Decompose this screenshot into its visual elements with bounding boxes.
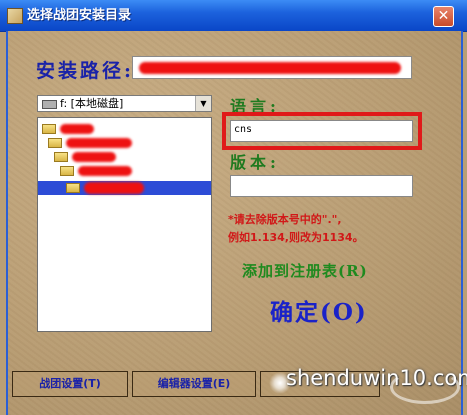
install-path-input[interactable] bbox=[132, 56, 412, 79]
drive-icon bbox=[42, 100, 57, 109]
folder-item[interactable] bbox=[42, 122, 142, 136]
hint-line-2: 例如1.134,则改为1134。 bbox=[228, 231, 364, 244]
redaction-mark bbox=[84, 182, 144, 194]
app-icon bbox=[7, 8, 23, 24]
folder-icon bbox=[60, 166, 74, 176]
install-path-label: 安装路径: bbox=[36, 60, 135, 82]
redaction-mark bbox=[78, 166, 132, 176]
version-label: 版本: bbox=[230, 153, 280, 172]
redaction-mark bbox=[72, 152, 116, 162]
redaction-mark bbox=[66, 138, 132, 148]
team-settings-button[interactable]: 战团设置(T) bbox=[12, 371, 128, 397]
folder-icon bbox=[42, 124, 56, 134]
editor-settings-button[interactable]: 编辑器设置(E) bbox=[132, 371, 256, 397]
title-bar[interactable]: 选择战团安装目录 ✕ bbox=[0, 0, 467, 32]
version-hint: *请去除版本号中的".", 例如1.134,则改为1134。 bbox=[228, 211, 448, 247]
folder-icon bbox=[54, 152, 68, 162]
chevron-down-icon[interactable]: ▼ bbox=[195, 96, 211, 111]
redaction-mark bbox=[139, 62, 401, 74]
dialog-body: 安装路径: f: [本地磁盘] ▼ 语言: cns 版本: *请去除版本号中的"… bbox=[6, 31, 463, 415]
directory-list[interactable] bbox=[37, 117, 212, 332]
folder-item[interactable] bbox=[66, 181, 186, 195]
folder-icon bbox=[48, 138, 62, 148]
close-button[interactable]: ✕ bbox=[433, 6, 454, 27]
add-to-registry-button[interactable]: 添加到注册表(R) bbox=[242, 260, 368, 281]
window-title: 选择战团安装目录 bbox=[27, 8, 132, 23]
language-input[interactable]: cns bbox=[230, 120, 413, 142]
folder-item[interactable] bbox=[60, 164, 180, 178]
folder-item[interactable] bbox=[48, 136, 168, 150]
drive-select-value: f: [本地磁盘] bbox=[60, 97, 124, 110]
confirm-button[interactable]: 确定(O) bbox=[270, 293, 368, 327]
version-input[interactable] bbox=[230, 175, 413, 197]
redaction-mark bbox=[60, 124, 94, 134]
folder-icon bbox=[66, 183, 80, 193]
hint-line-1: *请去除版本号中的".", bbox=[228, 213, 342, 226]
drive-select[interactable]: f: [本地磁盘] ▼ bbox=[37, 95, 212, 112]
watermark-swirl-icon bbox=[390, 370, 460, 404]
folder-item[interactable] bbox=[54, 150, 174, 164]
